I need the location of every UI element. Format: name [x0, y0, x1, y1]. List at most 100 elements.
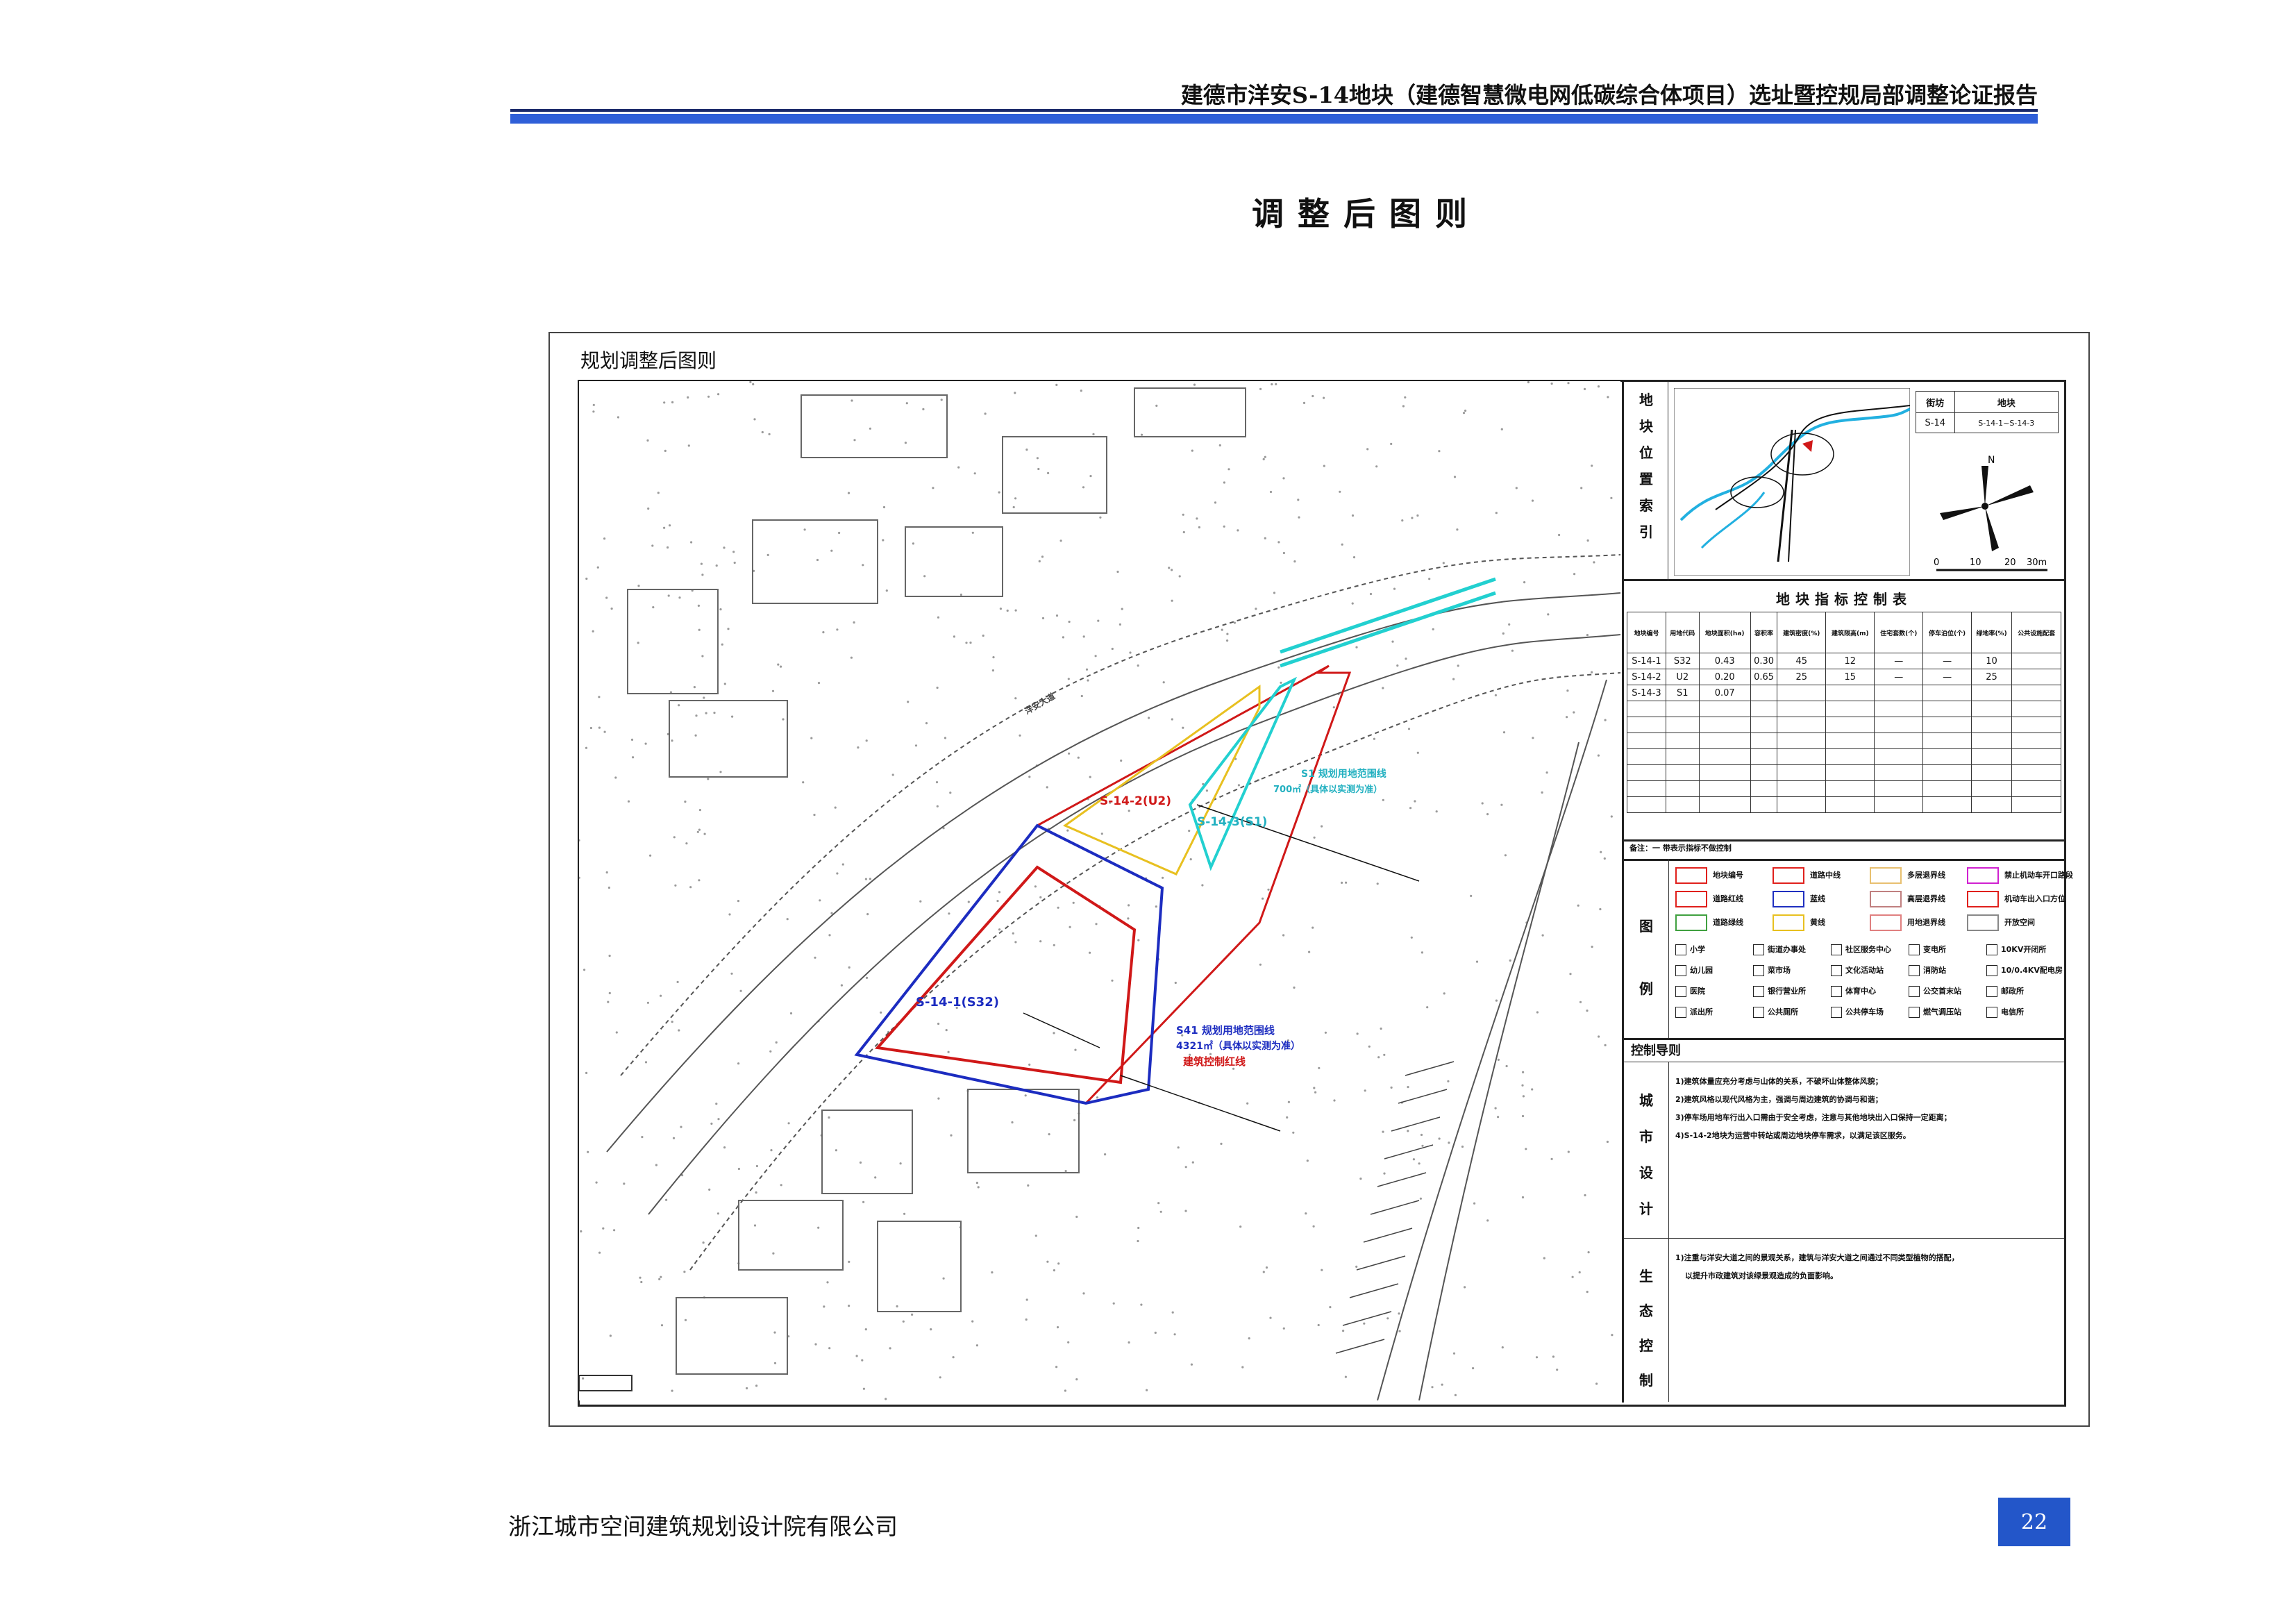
header-rule-thick	[510, 114, 2038, 124]
page-number-badge: 22	[1998, 1498, 2070, 1546]
indicator-cell: —	[1922, 669, 1972, 685]
ecology-label-3: 控	[1639, 1337, 1653, 1354]
facility-symbol-icon	[1753, 1007, 1764, 1018]
legend-facility-item: 消防站	[1909, 964, 1946, 976]
indicator-cell	[1750, 685, 1778, 701]
indicator-cell: S-14-2	[1627, 669, 1666, 685]
legend-facility-item: 文化活动站	[1831, 964, 1884, 976]
indicator-cell	[1777, 685, 1827, 701]
urban-design-rule: 3)停车场用地车行出入口需由于安全考虑，注意与其他地块出入口保持一定距离；	[1675, 1113, 1952, 1122]
legend-facility-item: 电信所	[1986, 1006, 2024, 1018]
facility-symbol-icon	[1986, 986, 1997, 997]
plan-sheet-title: 规划调整后图则	[580, 349, 717, 372]
legend-item: 高层退界线	[1870, 891, 1945, 907]
legend-item-label: 禁止机动车开口路段	[2004, 871, 2073, 880]
legend-facility-label: 文化活动站	[1845, 966, 1884, 975]
legend-swatch	[1870, 867, 1902, 884]
legend-facility-label: 公共厕所	[1768, 1007, 1798, 1016]
facility-symbol-icon	[1831, 944, 1842, 955]
indicator-cell: U2	[1665, 669, 1700, 685]
indicator-cell	[1825, 685, 1875, 701]
indicator-cell: 0.65	[1750, 669, 1778, 685]
urban-design-label-4: 计	[1639, 1200, 1653, 1217]
building-redline-label: 建筑控制红线	[1183, 1055, 1246, 1068]
indicator-empty-row	[1627, 701, 2061, 717]
indicator-cell: —	[1874, 653, 1924, 669]
indicator-empty-row	[1627, 733, 2061, 749]
legend-facility-label: 公交首末站	[1923, 987, 1961, 996]
legend-item: 蓝线	[1773, 891, 1825, 907]
north-label: N	[1988, 455, 1995, 466]
indicator-empty-row	[1627, 717, 2061, 733]
location-index-label-2: 块	[1639, 418, 1653, 435]
indicator-cell: 12	[1825, 653, 1875, 669]
indicator-col-header: 住宅套数(个)	[1874, 612, 1924, 653]
legend-swatch	[1675, 867, 1707, 884]
legend-item-label: 道路中线	[1810, 871, 1841, 880]
indicator-col-header: 建筑限高(m)	[1825, 612, 1875, 653]
legend-facility-label: 银行营业所	[1768, 987, 1806, 996]
legend-item: 机动车出入口方位	[1967, 891, 2065, 907]
indicator-col-header: 容积率	[1750, 612, 1778, 653]
legend-facility-label: 电信所	[2001, 1007, 2024, 1016]
legend-facility-item: 10KV开闭所	[1986, 944, 2046, 955]
facility-symbol-icon	[1753, 986, 1764, 997]
legend-facility-label: 燃气调压站	[1923, 1007, 1961, 1016]
indicator-cell: S32	[1665, 653, 1700, 669]
facility-symbol-icon	[1909, 1007, 1920, 1018]
legend-facility-item: 菜市场	[1753, 964, 1791, 976]
s41-area-label: 4321㎡（具体以实测为准）	[1176, 1040, 1300, 1052]
indicator-cell: 0.30	[1750, 653, 1778, 669]
header-rule-thin	[510, 109, 2038, 112]
urban-design-label-3: 设	[1639, 1164, 1653, 1181]
legend-item: 道路红线	[1675, 891, 1743, 907]
indicator-cell: 0.43	[1698, 653, 1751, 669]
ecology-label-4: 制	[1639, 1372, 1653, 1389]
indicator-row: S-14-3 S1 0.07	[1627, 685, 2061, 701]
report-header-title: 建德市洋安S-14地块（建德智慧微电网低碳综合体项目）选址暨控规局部调整论证报告	[1180, 82, 2038, 108]
location-index-label-6: 引	[1639, 524, 1653, 540]
scale-tick-10: 10	[1970, 558, 1981, 568]
ecology-label-1: 生	[1639, 1268, 1653, 1284]
page-heading: 调整后图则	[1252, 195, 1481, 233]
location-index-label-3: 位	[1639, 444, 1653, 461]
legend-swatch	[1675, 914, 1707, 931]
parcel-label-s14-1: S-14-1(S32)	[916, 995, 999, 1010]
indicator-col-header: 地块面积(ha)	[1698, 612, 1751, 653]
legend-swatch	[1773, 914, 1804, 931]
legend-swatch	[1967, 914, 1999, 931]
legend-facility-label: 公共停车场	[1845, 1007, 1884, 1016]
indicator-col-header: 绿地率(%)	[1970, 612, 2013, 653]
indicator-cell	[1970, 685, 2013, 701]
legend-swatch	[1675, 891, 1707, 907]
legend-item: 多层退界线	[1870, 867, 1945, 884]
legend-item-label: 多层退界线	[1907, 871, 1945, 880]
facility-symbol-icon	[1675, 944, 1686, 955]
urban-design-rule: 2)建筑风格以现代风格为主，强调与周边建筑的协调与和谐；	[1675, 1095, 1883, 1104]
indicator-row: S-14-1 S32 0.43 0.30 45 12— —10	[1627, 653, 2061, 669]
indicator-cell: 45	[1777, 653, 1827, 669]
legend-item: 道路中线	[1773, 867, 1841, 884]
facility-symbol-icon	[1675, 1007, 1686, 1018]
facility-symbol-icon	[1909, 965, 1920, 976]
legend-facility-label: 邮政所	[2001, 987, 2024, 996]
s1-boundary-label: S1 规划用地范围线	[1301, 768, 1386, 780]
legend-item-label: 开放空间	[2004, 918, 2035, 927]
legend-item-label: 用地退界线	[1907, 918, 1945, 927]
s41-boundary-label: S41 规划用地范围线	[1176, 1024, 1275, 1037]
legend-item-label: 蓝线	[1810, 894, 1825, 903]
legend-facility-item: 邮政所	[1986, 985, 2024, 997]
legend-item: 地块编号	[1675, 867, 1743, 884]
indicator-cell	[1874, 685, 1924, 701]
parcel-label-s14-3: S-14-3(S1)	[1197, 815, 1267, 829]
facility-symbol-icon	[1831, 986, 1842, 997]
legend-item-label: 机动车出入口方位	[2004, 894, 2065, 903]
indicator-cell: 0.20	[1698, 669, 1751, 685]
location-index-label-4: 置	[1639, 471, 1653, 487]
indicator-cell: S-14-1	[1627, 653, 1666, 669]
indicator-cell: S-14-3	[1627, 685, 1666, 701]
facility-symbol-icon	[1909, 986, 1920, 997]
s1-area-label: 700㎡（具体以实测为准）	[1273, 784, 1382, 795]
side-panel: 地 块 位 置 索 引 街坊 地块 S-14 S-14-1~S-14-3 N 0…	[1622, 381, 2073, 1403]
location-index-label-5: 索	[1639, 497, 1653, 514]
